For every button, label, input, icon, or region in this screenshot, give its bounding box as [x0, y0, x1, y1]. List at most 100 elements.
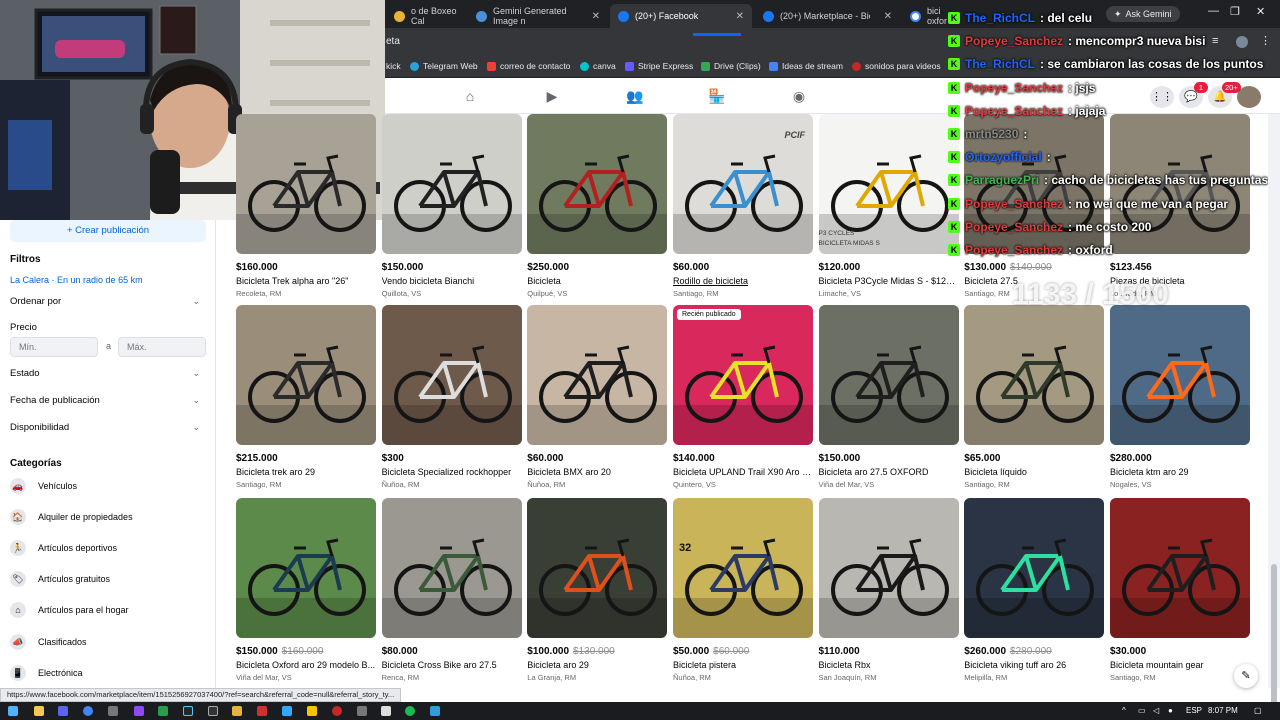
category-clasificados[interactable]: 📣 Clasificados [10, 634, 87, 650]
listing-card[interactable]: $123.456 Piezas de bicicleta Lo Prado, RM [1110, 114, 1250, 298]
browser-tab-facebook[interactable]: (20+) Facebook ✕ [610, 4, 752, 28]
listing-card[interactable]: $110.000 Bicicleta Rbx San Joaquín, RM [818, 498, 959, 682]
settings-icon[interactable] [108, 706, 118, 716]
bookmark-correo[interactable]: correo de contacto [487, 61, 570, 71]
scroll-thumb[interactable] [1271, 564, 1277, 720]
listing-title[interactable]: Bicicleta UPLAND Trail X90 Aro 27... [673, 467, 813, 477]
browser-tab-google[interactable]: bici oxfor [902, 4, 952, 28]
listing-photo[interactable] [1110, 498, 1250, 638]
listing-title[interactable]: Vendo bicicleta Bianchi [382, 276, 522, 286]
app-icon[interactable] [208, 706, 218, 716]
listing-card[interactable]: PCIF $60.000 Rodillo de bicicleta Santiago,… [673, 114, 813, 298]
listing-card[interactable]: $260.000 $280.000 Bicicleta viking tuff ar… [964, 498, 1105, 682]
listing-photo[interactable] [818, 305, 959, 445]
app-icon[interactable] [357, 706, 367, 716]
listing-title[interactable]: Bicicleta ktm aro 29 [1110, 467, 1250, 477]
listing-title[interactable]: Bicicleta Rbx [819, 660, 959, 670]
close-tab-icon[interactable]: ✕ [884, 11, 892, 22]
listing-card[interactable]: $150.000 Bicicleta aro 27.5 OXFORD Viña de… [818, 305, 959, 489]
date-dropdown[interactable]: Fecha de publicación ⌄ [10, 395, 200, 406]
price-min-input[interactable] [10, 337, 98, 357]
menu-icon[interactable]: ≡ [1212, 35, 1218, 47]
listing-photo[interactable] [236, 498, 376, 638]
bookmark-sonidos[interactable]: sonidos para videos [852, 61, 941, 71]
listing-card[interactable]: $30.000 Bicicleta mountain gear Santiago, … [1110, 498, 1250, 682]
listing-photo[interactable] [818, 498, 959, 638]
listing-photo[interactable] [964, 114, 1105, 254]
sort-dropdown[interactable]: Ordenar por ⌄ [10, 296, 200, 307]
listing-photo[interactable] [964, 498, 1105, 638]
listing-title[interactable]: Bicicleta BMX aro 20 [527, 467, 667, 477]
listing-photo[interactable] [527, 498, 668, 638]
listing-photo[interactable] [381, 114, 522, 254]
price-max-input[interactable] [118, 337, 206, 357]
listing-title[interactable]: Bicicleta Cross Bike aro 27.5 [382, 660, 522, 670]
photoshop-icon[interactable] [282, 706, 292, 716]
listing-card[interactable]: $150.000 $160.000 Bicicleta Oxford aro 29 … [236, 498, 376, 682]
bookmark-kick[interactable]: kick [386, 61, 401, 71]
profile-avatar-icon[interactable] [1236, 36, 1248, 48]
listing-card[interactable]: $65.000 Bicicleta líquido Santiago, RM [964, 305, 1105, 489]
bookmark-canva[interactable]: canva [580, 61, 616, 71]
listing-card[interactable]: $215.000 Bicicleta trek aro 29 Santiago, R… [236, 305, 376, 489]
listing-photo[interactable] [527, 114, 668, 254]
listing-title[interactable]: Bicicleta viking tuff aro 26 [964, 660, 1104, 670]
availability-dropdown[interactable]: Disponibilidad ⌄ [10, 422, 200, 433]
video-icon[interactable]: ▶ [542, 87, 562, 105]
listing-photo[interactable] [1110, 305, 1250, 445]
listing-photo[interactable] [527, 305, 668, 445]
bookmark-drive[interactable]: Drive (Clips) [701, 61, 761, 71]
listing-card[interactable]: $80.000 Bicicleta Cross Bike aro 27.5 Renc… [381, 498, 522, 682]
page-scrollbar[interactable] [1268, 114, 1280, 720]
listing-title[interactable]: Bicicleta pistera [673, 660, 813, 670]
app-icon[interactable] [381, 706, 391, 716]
listing-photo[interactable] [964, 305, 1105, 445]
discord-icon[interactable] [58, 706, 68, 716]
friends-icon[interactable]: 👥 [625, 87, 645, 105]
volume-icon[interactable]: ◁ [1153, 706, 1159, 715]
listing-title[interactable]: Bicicleta líquido [964, 467, 1104, 477]
app-icon[interactable] [134, 706, 144, 716]
close-tab-icon[interactable]: ✕ [592, 11, 600, 22]
listing-photo[interactable] [381, 305, 522, 445]
bookmark-telegram[interactable]: Telegram Web [410, 61, 478, 71]
listing-photo[interactable]: 32 [673, 498, 813, 638]
listing-card[interactable]: $130.000 $140.000 Bicicleta 27.5 Santiago, … [964, 114, 1105, 298]
apps-grid-icon[interactable]: ⋮⋮ [1150, 86, 1174, 108]
listing-card[interactable]: $160.000 Bicicleta Trek alpha aro "26" Rec… [236, 114, 376, 298]
listing-card[interactable]: Recién publicado $140.000 Bicicleta UPLAND… [673, 305, 813, 489]
listing-title[interactable]: Bicicleta trek aro 29 [236, 467, 376, 477]
listing-title[interactable]: Bicicleta [527, 276, 667, 286]
file-explorer-icon[interactable] [34, 706, 44, 716]
listing-title[interactable]: Bicicleta Oxford aro 29 modelo B... [236, 660, 376, 670]
compose-edit-icon[interactable]: ✎ [1234, 664, 1258, 688]
home-icon[interactable]: ⌂ [460, 87, 480, 105]
browser-tab-boxeo[interactable]: o de Boxeo Cal [386, 4, 468, 28]
listing-card[interactable]: $60.000 Bicicleta BMX aro 20 Ñuñoa, RM [527, 305, 668, 489]
listing-photo[interactable]: P3 CYCLES BICICLETA MIDAS S [818, 114, 959, 254]
chrome-icon[interactable] [83, 706, 93, 716]
create-listing-button[interactable]: + Crear publicación [10, 220, 206, 242]
telegram-icon[interactable] [430, 706, 440, 716]
category-vehiculos[interactable]: 🚗 Vehículos [10, 478, 77, 494]
spotify-icon[interactable] [405, 706, 415, 716]
notification-center-icon[interactable]: ▢ [1254, 706, 1262, 715]
app-icon[interactable] [332, 706, 342, 716]
mic-icon[interactable]: ● [1168, 706, 1173, 715]
steam-icon[interactable] [183, 706, 193, 716]
tray-arrow-icon[interactable]: ^ [1122, 706, 1126, 715]
location-filter[interactable]: La Calera · En un radio de 65 km [10, 275, 143, 285]
app-icon[interactable] [257, 706, 267, 716]
listing-photo[interactable] [1110, 114, 1250, 254]
listing-title[interactable]: Bicicleta P3Cycle Midas S - $120... [819, 276, 959, 286]
app-icon[interactable] [232, 706, 242, 716]
listing-card[interactable]: P3 CYCLES BICICLETA MIDAS S $120.000 Bicicl… [818, 114, 959, 298]
more-options-icon[interactable]: ⋮ [1260, 34, 1271, 47]
language-indicator[interactable]: ESP [1186, 706, 1202, 715]
maximize-icon[interactable]: ❐ [1230, 5, 1240, 18]
listing-card[interactable]: $280.000 Bicicleta ktm aro 29 Nogales, VS [1110, 305, 1250, 489]
close-tab-icon[interactable]: ✕ [736, 11, 744, 22]
bookmark-ideas[interactable]: Ideas de stream [769, 61, 843, 71]
category-deportivos[interactable]: 🏃 Artículos deportivos [10, 540, 117, 556]
category-alquiler[interactable]: 🏠 Alquiler de propiedades [10, 509, 133, 525]
